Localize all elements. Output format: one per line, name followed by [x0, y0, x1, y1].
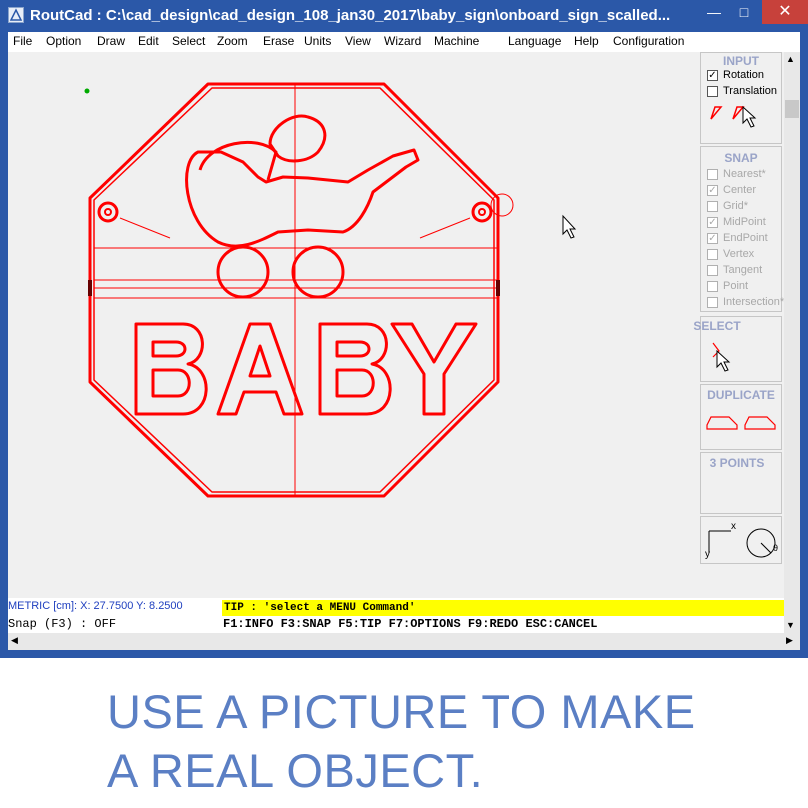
- drawing-svg: [84, 82, 577, 498]
- title-bar[interactable]: RoutCad : C:\cad_design\cad_design_108_j…: [0, 0, 808, 32]
- mount-hole-right-inner: [478, 208, 486, 216]
- drawing-canvas[interactable]: [8, 52, 698, 598]
- minimize-button[interactable]: —: [700, 0, 728, 24]
- menu-draw[interactable]: Draw: [97, 34, 125, 48]
- scroll-right-icon[interactable]: ▶: [786, 635, 793, 646]
- menu-view[interactable]: View: [345, 34, 371, 48]
- coordinate-readout: METRIC [cm]: X: 27.7500 Y: 8.2500: [8, 600, 183, 612]
- guide-lines: [94, 84, 514, 496]
- menu-zoom[interactable]: Zoom: [217, 34, 248, 48]
- axes-icon[interactable]: [703, 521, 781, 561]
- status-bar: METRIC [cm]: X: 27.7500 Y: 8.2500 Snap (…: [8, 598, 784, 633]
- snap-status: Snap (F3) : OFF: [8, 617, 117, 631]
- letter-b1: [134, 322, 208, 416]
- window-title: RoutCad : C:\cad_design\cad_design_108_j…: [30, 7, 671, 24]
- duplicate-tool-icon[interactable]: [705, 411, 781, 433]
- duplicate-section: DUPLICATE: [700, 384, 782, 450]
- octagon-inner: [93, 87, 495, 493]
- menu-edit[interactable]: Edit: [138, 34, 159, 48]
- menu-option[interactable]: Option: [46, 34, 81, 48]
- menu-bar: File Option Draw Edit Select Zoom Erase …: [8, 32, 800, 52]
- menu-select[interactable]: Select: [172, 34, 205, 48]
- menu-erase[interactable]: Erase: [263, 34, 294, 48]
- edge-marker-right: [496, 280, 500, 296]
- letter-y: [390, 322, 478, 416]
- edge-marker-left: [88, 280, 92, 296]
- scroll-up-icon[interactable]: ▲: [786, 54, 795, 64]
- shortcut-hints: F1:INFO F3:SNAP F5:TIP F7:OPTIONS F9:RED…: [223, 617, 598, 631]
- select-tool-icon[interactable]: [709, 339, 739, 375]
- menu-units[interactable]: Units: [304, 34, 331, 48]
- tool-panel: INPUT ✓ Rotation Translation SNAP Neares…: [693, 52, 784, 598]
- scroll-thumb[interactable]: [785, 100, 799, 118]
- wheel-right: [291, 245, 345, 299]
- mount-hole-right: [471, 201, 493, 223]
- three-points-section: 3 POINTS: [700, 452, 782, 514]
- rotation-checkbox[interactable]: ✓: [707, 70, 718, 81]
- horizontal-scrollbar[interactable]: ◀ ▶: [8, 633, 800, 650]
- menu-configuration[interactable]: Configuration: [613, 34, 684, 48]
- maximize-button[interactable]: □: [730, 0, 758, 24]
- caption-line-1: USE A PICTURE TO MAKE: [107, 685, 696, 738]
- vertical-scrollbar[interactable]: ▲ ▼: [784, 52, 800, 633]
- mount-hole-left-inner: [104, 208, 112, 216]
- baby-head: [268, 114, 327, 163]
- translation-checkbox[interactable]: [707, 86, 718, 97]
- menu-help[interactable]: Help: [574, 34, 599, 48]
- translation-label: Translation: [723, 85, 778, 97]
- origin-marker: [84, 88, 90, 94]
- mouse-cursor-icon: [562, 214, 577, 239]
- select-title: SELECT: [693, 319, 741, 333]
- scroll-down-icon[interactable]: ▼: [786, 620, 795, 630]
- menu-machine[interactable]: Machine: [434, 34, 479, 48]
- hole-guide-right: [419, 217, 471, 239]
- three-points-title: 3 POINTS: [709, 456, 765, 470]
- caption: USE A PICTURE TO MAKE A REAL OBJECT.: [107, 682, 787, 800]
- hole-guide-left: [119, 217, 171, 239]
- stroller-body: [185, 148, 420, 248]
- caption-line-2: A REAL OBJECT.: [107, 744, 484, 797]
- letter-a: [216, 322, 304, 416]
- app-window: RoutCad : C:\cad_design\cad_design_108_j…: [0, 0, 808, 658]
- wheel-left: [216, 245, 270, 299]
- snap-title: SNAP: [724, 151, 758, 165]
- snap-section: SNAP Nearest* ✓ Center Grid* ✓ MidPoint ✓ E…: [700, 146, 784, 312]
- select-section: SELECT: [693, 316, 782, 382]
- app-icon: [8, 7, 24, 23]
- rotate-tool-icon[interactable]: [707, 103, 767, 133]
- duplicate-title: DUPLICATE: [707, 388, 775, 402]
- x-axis-label: x: [731, 521, 736, 532]
- mount-hole-left: [97, 201, 119, 223]
- menu-wizard[interactable]: Wizard: [384, 34, 421, 48]
- axes-section: x y θ: [700, 516, 782, 564]
- menu-language[interactable]: Language: [508, 34, 561, 48]
- letter-b2: [318, 322, 392, 416]
- theta-label: θ: [773, 543, 779, 553]
- tip-bar: TIP : 'select a MENU Command': [222, 600, 784, 616]
- rotation-label: Rotation: [723, 69, 764, 81]
- y-axis-label: y: [705, 549, 710, 560]
- input-section: INPUT ✓ Rotation Translation: [700, 52, 782, 144]
- input-title: INPUT: [723, 54, 759, 68]
- menu-file[interactable]: File: [13, 34, 32, 48]
- close-button[interactable]: ✕: [762, 0, 808, 24]
- scroll-left-icon[interactable]: ◀: [11, 635, 18, 646]
